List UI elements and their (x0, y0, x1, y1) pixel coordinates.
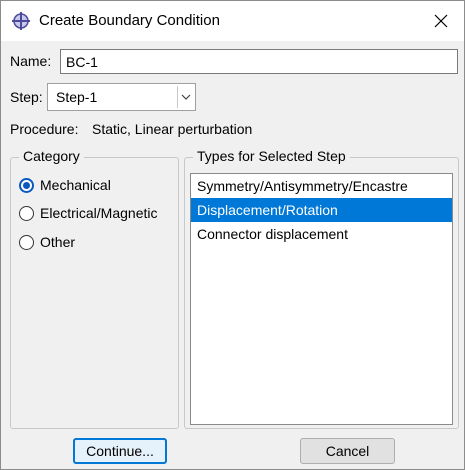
name-label: Name: (10, 53, 52, 69)
step-select-value: Step-1 (56, 89, 98, 105)
types-listbox[interactable]: Symmetry/Antisymmetry/Encastre Displacem… (190, 173, 453, 425)
window-title: Create Boundary Condition (39, 12, 220, 29)
category-group-title: Category (19, 148, 84, 164)
radio-electrical-magnetic[interactable]: Electrical/Magnetic (19, 205, 158, 221)
radio-label: Other (40, 234, 76, 250)
close-icon (434, 14, 448, 28)
list-item-symmetry[interactable]: Symmetry/Antisymmetry/Encastre (191, 174, 452, 198)
continue-button[interactable]: Continue... (73, 438, 167, 464)
title-bar: Create Boundary Condition (1, 1, 464, 41)
create-boundary-condition-dialog: Create Boundary Condition Name: Step: St… (0, 0, 465, 470)
radio-button[interactable] (19, 234, 34, 250)
cancel-button[interactable]: Cancel (300, 438, 395, 464)
types-group-title: Types for Selected Step (193, 148, 350, 164)
close-button[interactable] (418, 1, 464, 41)
procedure-value: Static, Linear perturbation (92, 121, 253, 137)
list-item-connector-displacement[interactable]: Connector displacement (191, 222, 452, 246)
radio-label: Electrical/Magnetic (40, 205, 158, 221)
chevron-down-icon (181, 94, 190, 100)
crosshair-icon (12, 12, 30, 30)
step-select[interactable]: Step-1 (47, 83, 196, 111)
radio-other[interactable]: Other (19, 234, 75, 250)
list-item-displacement-rotation[interactable]: Displacement/Rotation (191, 198, 452, 222)
step-select-arrow[interactable] (177, 86, 193, 108)
category-group: Category Mechanical Electrical/Magnetic … (10, 148, 179, 429)
name-input[interactable] (60, 49, 458, 74)
radio-button[interactable] (19, 205, 34, 221)
radio-mechanical[interactable]: Mechanical (19, 177, 111, 193)
radio-label: Mechanical (40, 177, 111, 193)
radio-button-checked[interactable] (19, 177, 34, 193)
procedure-label: Procedure: (10, 121, 79, 137)
step-label: Step: (10, 89, 43, 105)
